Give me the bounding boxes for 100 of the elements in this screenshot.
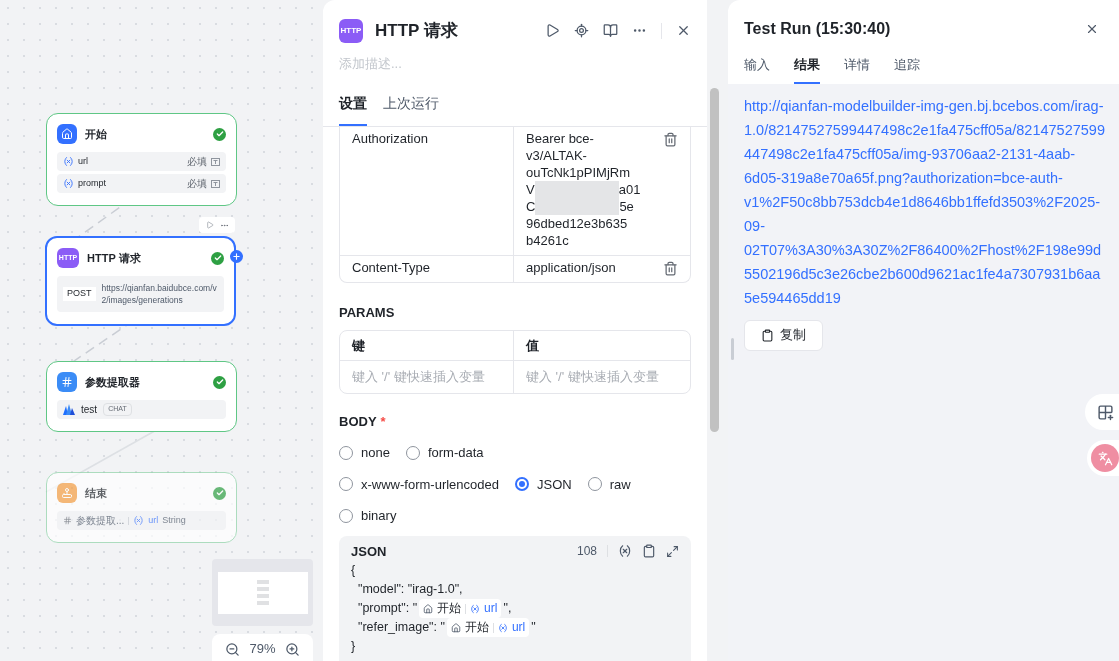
variable-name: prompt (78, 176, 106, 190)
zoom-in-icon[interactable] (285, 641, 301, 657)
request-url: https://qianfan.baidubce.com/v2/images/generations (101, 282, 218, 306)
workflow-node[interactable]: 开始 url 必填 prompt 必填 (46, 113, 237, 206)
header-value-line: C (526, 198, 536, 215)
variable-row[interactable]: prompt 必填 (57, 174, 226, 193)
book-icon[interactable] (603, 23, 618, 39)
source-label: 参数提取... (76, 514, 125, 528)
copy-button[interactable]: 复制 (744, 319, 823, 351)
header-value-line: v3/ALTAK- (526, 147, 588, 164)
result-tab[interactable]: 结果 (794, 55, 820, 84)
radio-option[interactable]: form-data (405, 443, 484, 463)
radio-option[interactable]: JSON (515, 474, 572, 494)
variable-name: url (148, 513, 159, 527)
code-line: { (351, 562, 357, 579)
apps-icon (1096, 403, 1114, 421)
header-key: Content-Type (340, 256, 514, 282)
variable-chip[interactable]: 开始 url (446, 618, 530, 637)
description-field[interactable]: 添加描述... (339, 53, 691, 73)
model-name: test (81, 403, 98, 417)
result-tab[interactable]: 输入 (744, 55, 770, 84)
copy-icon[interactable] (642, 544, 656, 559)
variable-icon (470, 603, 481, 614)
resize-handle[interactable] (731, 338, 734, 360)
header-value-line: 96dbed12e3b635 (526, 215, 629, 232)
node-title: 开始 (85, 126, 107, 142)
header-value-line: b4261c (526, 232, 570, 249)
panel-title: HTTP 请求 (375, 20, 458, 42)
variable-row[interactable]: url 必填 (57, 152, 226, 171)
clipboard-icon (761, 328, 774, 342)
plus-icon (232, 252, 241, 261)
hash-icon (57, 372, 77, 392)
success-icon (211, 251, 224, 265)
workflow-node[interactable]: 结束 参数提取... url String (46, 472, 237, 543)
success-icon (213, 375, 226, 389)
variable-icon (133, 515, 145, 526)
http-icon: HTTP (339, 18, 363, 43)
home-icon (57, 124, 77, 144)
translate-icon (1097, 450, 1113, 466)
method-label: POST (63, 287, 96, 301)
scrollbar[interactable] (710, 88, 719, 432)
radio-option[interactable]: binary (339, 506, 397, 526)
radio-option[interactable]: x-www-form-urlencoded (339, 474, 499, 494)
radio-option[interactable]: none (339, 443, 390, 463)
param-input[interactable]: 键入 '/' 键快速插入变量 (514, 361, 690, 393)
zoom-level: 79% (249, 640, 276, 659)
panel-title: Test Run (15:30:40) (744, 19, 891, 39)
header-value-line: ouTcNk1pPIMjRm (526, 164, 632, 181)
variable-chip[interactable]: 开始 url (419, 599, 502, 618)
required-label: 必填 (187, 177, 207, 191)
run-icon[interactable] (545, 23, 560, 39)
variable-type: String (162, 513, 186, 527)
home-icon (450, 622, 461, 633)
result-link[interactable]: http://qianfan-modelbuilder-img-gen.bj.bcebos.com/irag-1.0/82147527599447498c2e1fa475cff05a/82147527599447498c2e1fa475cff05a/img-93706aa2-2131-4aab-6d05-319a8e70a65f.png?authorization=bce-auth-v1%2F50c8bb753dcb4e1d8646bb1ffefd3503%2F2025-09-02T07%3A30%3A30Z%2F86400%2Fhost%2F198e99d5502196d5c3e26cbe2b600d9621ac1fe4a7307931b6aa5e594465dd19 (744, 93, 1107, 310)
expand-icon[interactable] (666, 544, 679, 558)
text-type-icon (211, 179, 220, 188)
success-icon (213, 486, 226, 500)
close-icon[interactable] (1085, 22, 1099, 36)
delete-icon[interactable] (663, 261, 678, 276)
param-input[interactable]: 键入 '/' 键快速插入变量 (340, 361, 514, 393)
panel-tab[interactable]: 设置 (339, 93, 367, 126)
code-text: ", (503, 600, 512, 617)
code-text: "refer_image": " (356, 619, 445, 636)
result-tab[interactable]: 追踪 (894, 55, 920, 84)
variable-icon (63, 178, 74, 189)
required-mark: * (380, 412, 386, 431)
header-value-line: 5e (619, 198, 634, 215)
node-title: 参数提取器 (85, 374, 140, 390)
column-header: 键 (340, 330, 514, 360)
code-text: "prompt": " (356, 600, 418, 617)
editor-title: JSON (351, 542, 387, 561)
insert-variable-icon[interactable] (618, 544, 632, 559)
model-logo-icon (63, 404, 75, 415)
text-type-icon (211, 157, 220, 166)
character-count: 108 (576, 543, 597, 561)
delete-icon[interactable] (663, 132, 678, 147)
panel-tab[interactable]: 上次运行 (383, 93, 439, 126)
joystick-icon (57, 483, 77, 503)
header-value-line: V (526, 181, 535, 198)
locate-icon[interactable] (574, 23, 589, 39)
node-title: HTTP 请求 (87, 250, 141, 266)
header-value-line: Bearer bce- (526, 130, 595, 147)
radio-option[interactable]: raw (587, 474, 631, 494)
section-title: PARAMS (339, 304, 396, 322)
apps-button[interactable] (1085, 394, 1119, 430)
section-title: BODY (339, 412, 377, 431)
zoom-out-icon[interactable] (224, 641, 240, 657)
code-text: " (531, 619, 536, 636)
home-icon (423, 603, 434, 614)
header-value-line: application/json (526, 259, 617, 276)
success-icon (213, 127, 226, 141)
variable-icon (63, 156, 74, 167)
result-tab[interactable]: 详情 (844, 55, 870, 84)
header-key: Authorization (340, 127, 514, 255)
node-title: 结束 (85, 485, 107, 501)
variable-icon (497, 622, 508, 633)
hash-icon (63, 516, 72, 525)
required-label: 必填 (187, 155, 207, 169)
header-value-line: a01 (618, 181, 641, 198)
code-line: } (351, 638, 357, 655)
